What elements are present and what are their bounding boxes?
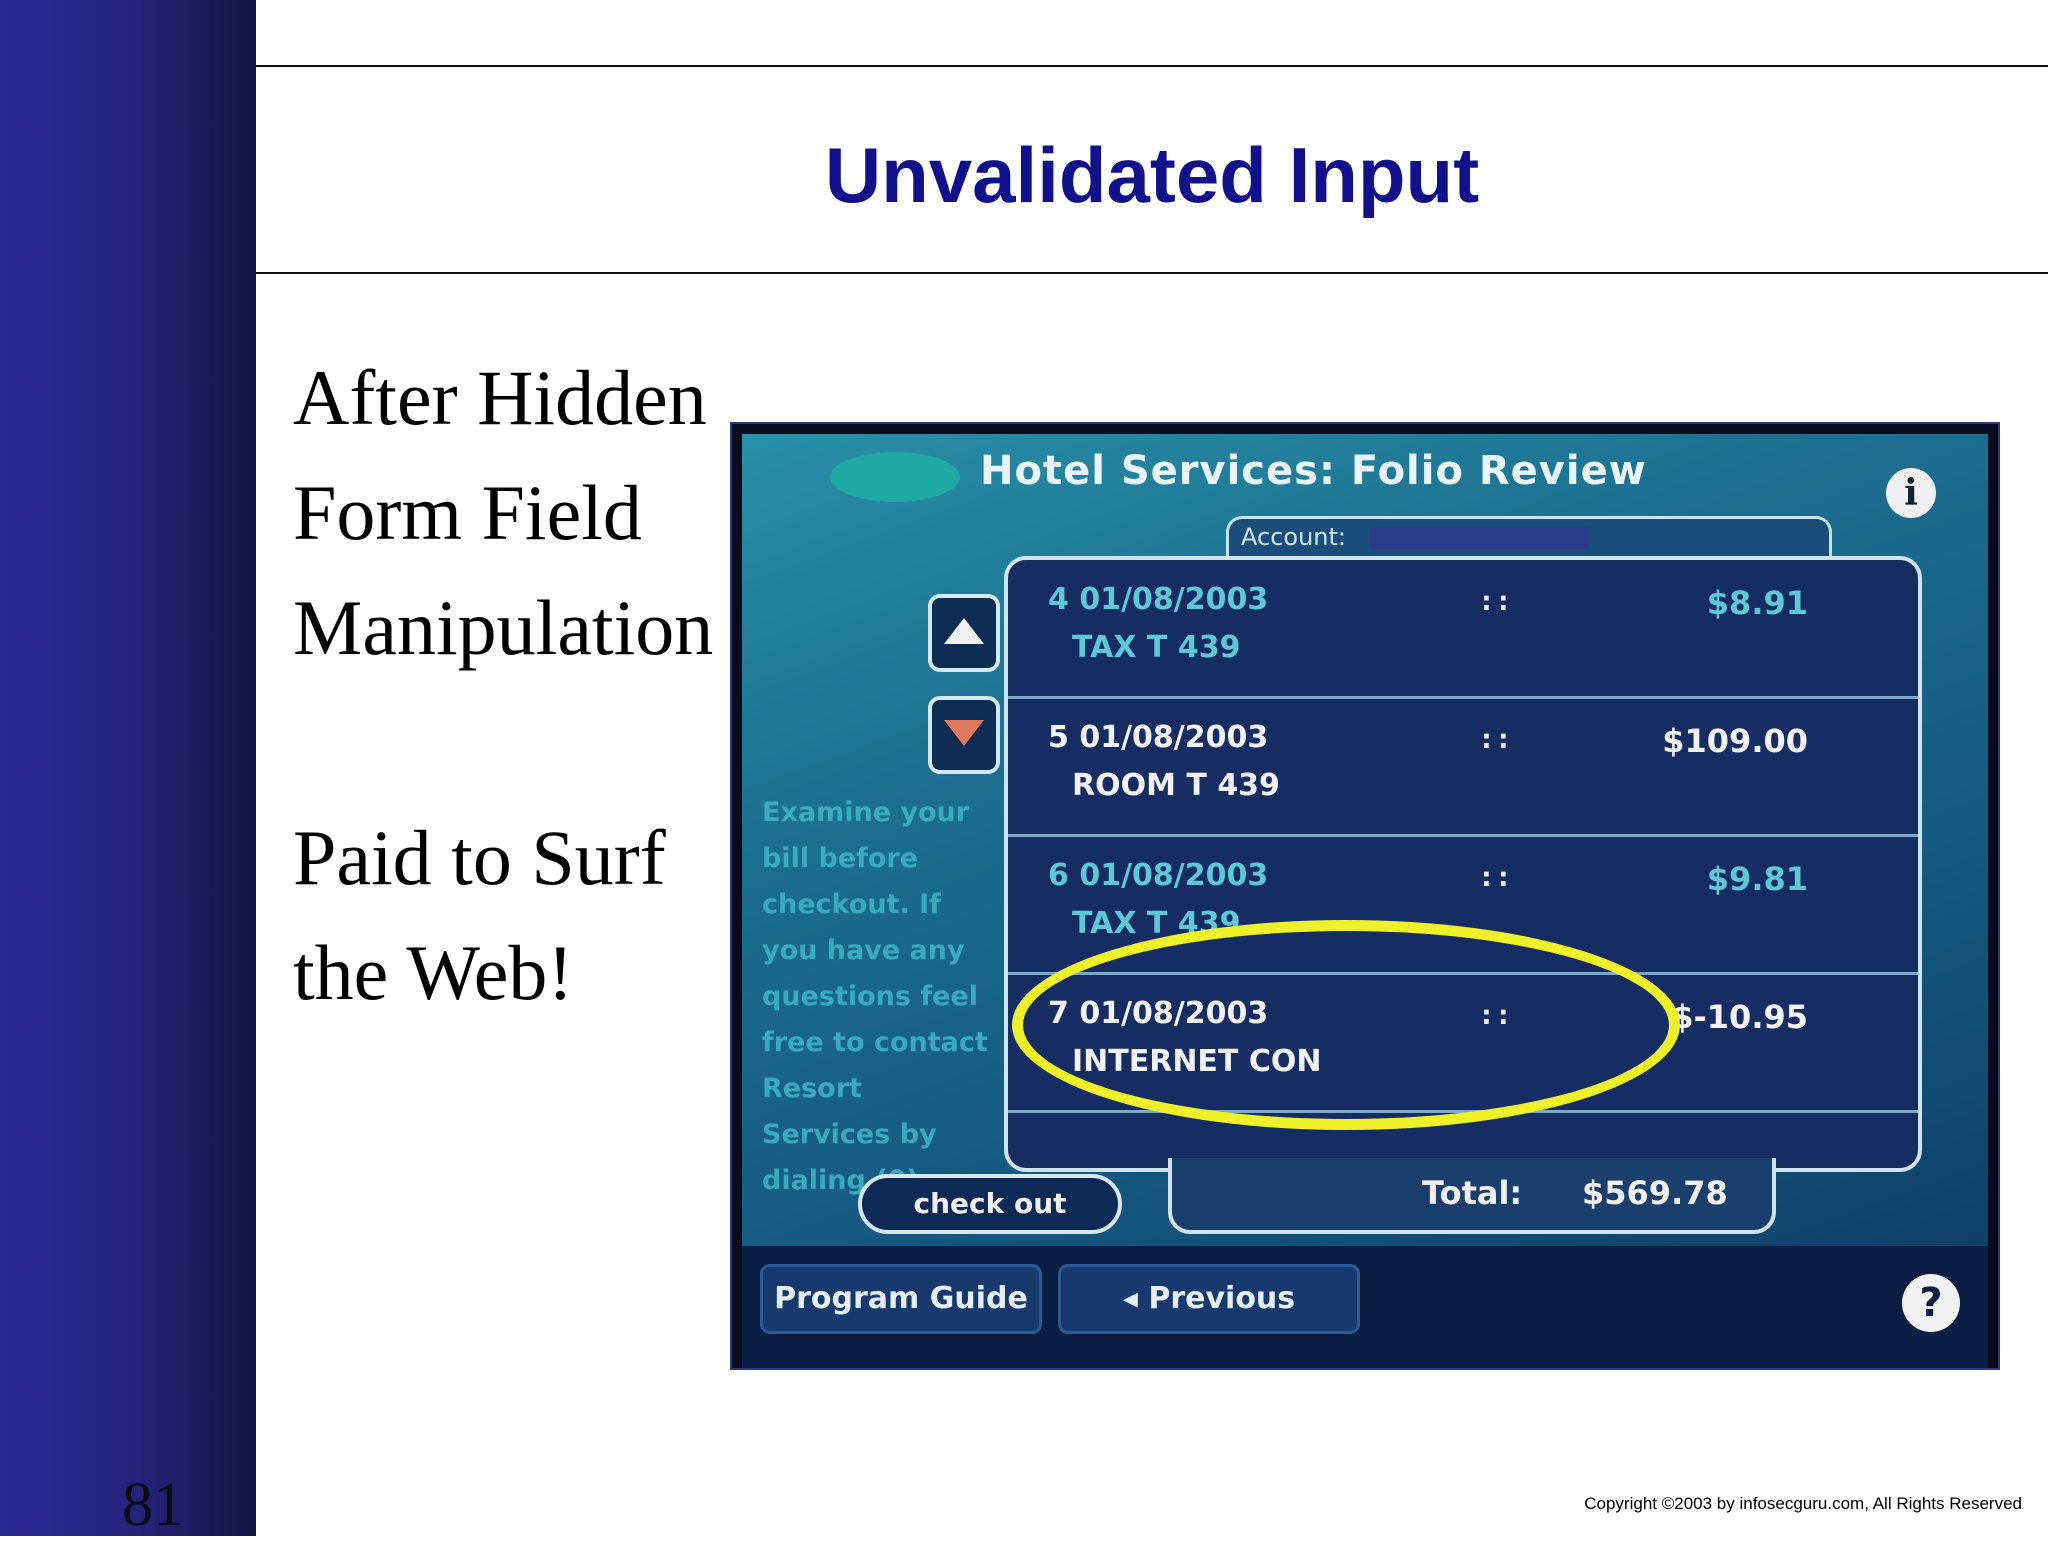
- slide-body: After Hidden Form Field Manipulation Pai…: [293, 340, 753, 1030]
- hotel-tv-photo: Hotel Services: Folio Review i Account: …: [732, 424, 1998, 1368]
- slide-number: 81: [122, 1471, 184, 1539]
- title-rule-top: [256, 65, 2048, 67]
- scroll-down-button[interactable]: [928, 696, 1000, 774]
- side-message: Examine your bill before checkout. If yo…: [762, 797, 988, 1196]
- bullet-line: the Web!: [293, 929, 574, 1016]
- row-index-date: 6 01/08/2003: [1048, 858, 1269, 893]
- previous-button[interactable]: ◂ Previous: [1058, 1264, 1360, 1334]
- copyright-footer: Copyright ©2003 by infosecguru.com, All …: [1584, 1494, 2022, 1513]
- row-amount: $109.00: [1662, 722, 1808, 760]
- bullet-line: Form Field: [293, 469, 642, 556]
- row-separator: ::: [1478, 584, 1512, 617]
- row-index-date: 5 01/08/2003: [1048, 720, 1269, 755]
- checkout-button[interactable]: check out: [858, 1174, 1122, 1234]
- row-description: TAX T 439: [1072, 630, 1241, 665]
- row-index-date: 4 01/08/2003: [1048, 582, 1269, 617]
- logo-blob: [830, 452, 960, 502]
- bottom-nav-bar: Program Guide ◂ Previous ?: [742, 1246, 1988, 1368]
- account-label: Account:: [1241, 523, 1346, 551]
- folio-row[interactable]: 5 01/08/2003 ROOM T 439 :: $109.00: [1008, 698, 1918, 837]
- slide-title: Unvalidated Input: [824, 131, 1480, 219]
- help-icon[interactable]: ?: [1902, 1274, 1960, 1332]
- bullet-line: After Hidden: [293, 354, 707, 441]
- row-separator: ::: [1478, 860, 1512, 893]
- account-redaction: [1369, 527, 1589, 549]
- row-amount: $8.91: [1706, 584, 1808, 622]
- slide-sidebar: [0, 0, 256, 1536]
- row-amount: $9.81: [1706, 860, 1808, 898]
- bullet-line: Manipulation: [293, 584, 714, 671]
- bullet-line: Paid to Surf: [293, 814, 666, 901]
- info-icon[interactable]: i: [1886, 468, 1936, 518]
- arrow-up-icon: [944, 618, 984, 644]
- total-box: Total: $569.78: [1168, 1158, 1776, 1234]
- account-tab: Account:: [1226, 516, 1832, 559]
- arrow-down-icon: [944, 720, 984, 746]
- program-guide-button[interactable]: Program Guide: [760, 1264, 1042, 1334]
- total-label: Total:: [1422, 1174, 1523, 1212]
- folio-row[interactable]: 4 01/08/2003 TAX T 439 :: $8.91: [1008, 560, 1918, 699]
- total-value: $569.78: [1582, 1174, 1728, 1212]
- row-amount: $-10.95: [1671, 998, 1808, 1036]
- title-rule-bottom: [256, 272, 2048, 274]
- highlight-ellipse: [1012, 920, 1680, 1130]
- tv-screen: Hotel Services: Folio Review i Account: …: [742, 434, 1988, 1368]
- screen-title: Hotel Services: Folio Review: [980, 448, 1647, 494]
- row-description: ROOM T 439: [1072, 768, 1280, 803]
- scroll-up-button[interactable]: [928, 594, 1000, 672]
- row-separator: ::: [1478, 722, 1512, 755]
